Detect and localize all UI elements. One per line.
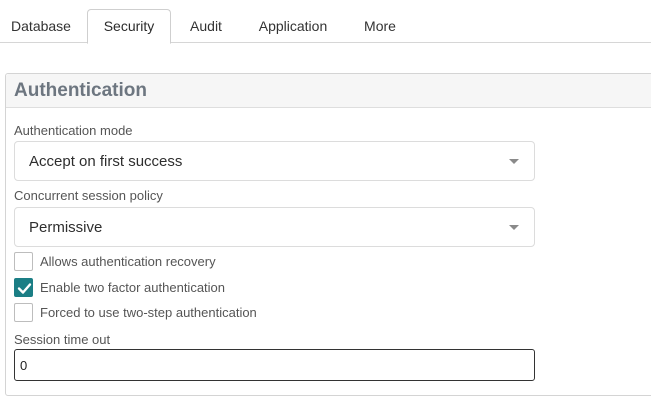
tab-security[interactable]: Security (87, 9, 171, 44)
chevron-down-icon (509, 225, 519, 230)
tab-bar: Database Security Audit Application More (0, 0, 651, 44)
panel-header: Authentication (6, 74, 651, 108)
auth-mode-value: Accept on first success (29, 153, 183, 170)
session-timeout-label: Session time out (14, 332, 111, 347)
session-policy-value: Permissive (29, 219, 103, 236)
session-timeout-input[interactable] (14, 349, 535, 381)
two-factor-checkbox[interactable] (14, 278, 33, 297)
checkmark-icon (17, 283, 32, 294)
tab-audit[interactable]: Audit (176, 10, 236, 43)
two-factor-label: Enable two factor authentication (40, 280, 226, 295)
tab-more[interactable]: More (350, 10, 410, 43)
session-policy-label: Concurrent session policy (14, 188, 163, 203)
chevron-down-icon (509, 159, 519, 164)
panel-title: Authentication (14, 80, 147, 101)
forced-two-step-label: Forced to use two-step authentication (40, 305, 257, 320)
tab-database[interactable]: Database (0, 10, 82, 43)
auth-mode-select[interactable]: Accept on first success (14, 141, 535, 181)
allow-recovery-label: Allows authentication recovery (40, 254, 216, 269)
session-policy-select[interactable]: Permissive (14, 207, 535, 247)
auth-mode-label: Authentication mode (14, 123, 133, 138)
forced-two-step-checkbox[interactable] (14, 303, 33, 322)
allow-recovery-checkbox[interactable] (14, 252, 33, 271)
authentication-panel: Authentication Authentication mode Accep… (5, 73, 651, 396)
tab-application[interactable]: Application (244, 10, 342, 43)
